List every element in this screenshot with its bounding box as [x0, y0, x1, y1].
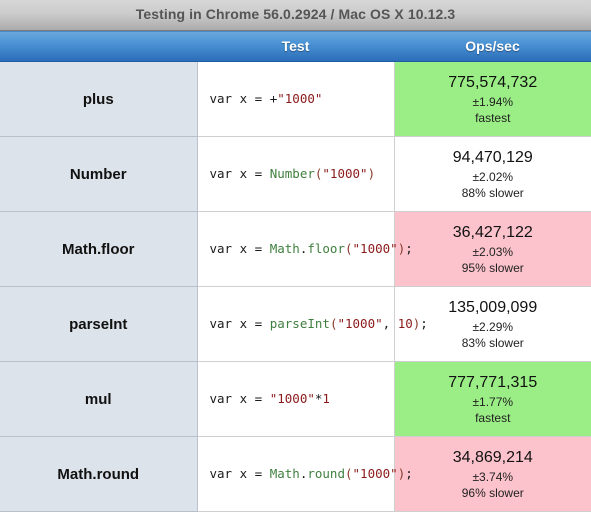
code-token-num: 1 — [322, 391, 330, 406]
code-token-str: "1000" — [337, 316, 383, 331]
code-token-punc: ) — [367, 166, 376, 181]
code-token-str: "1000" — [352, 241, 398, 256]
code-token-fn: floor — [307, 241, 345, 256]
benchmark-results-table: Testing in Chrome 56.0.2924 / Mac OS X 1… — [0, 0, 591, 512]
code-token-fn: Number — [269, 166, 315, 181]
code-token-str: "1000" — [352, 466, 398, 481]
ops-rank-label: 96% slower — [461, 485, 524, 500]
ops-rank-label: fastest — [475, 110, 511, 125]
code-token-kw: var x = — [209, 241, 270, 256]
test-code-cell: var x = Math.floor("1000"); — [197, 211, 413, 287]
table-row: plus var x = +"1000" 775,574,732 ±1.94% fast… — [0, 61, 591, 137]
test-name-cell: Number — [0, 136, 198, 212]
ops-count: 135,009,099 — [448, 299, 538, 317]
code-snippet: var x = Number("1000") — [210, 166, 376, 181]
ops-cell: 94,470,129 ±2.02% 88% slower — [393, 136, 591, 212]
code-snippet: var x = +"1000" — [210, 91, 323, 106]
ops-margin-of-error: ±2.02% — [472, 169, 514, 184]
test-code-cell: var x = "1000"*1 — [197, 361, 394, 437]
test-name-cell: Math.round — [0, 436, 198, 512]
code-token-punc: ( — [345, 241, 353, 256]
code-token-fn: parseInt — [269, 316, 330, 331]
test-name-cell: plus — [0, 61, 198, 137]
code-token-kw: var x = — [209, 316, 270, 331]
table-body: plus var x = +"1000" 775,574,732 ±1.94% fast… — [0, 61, 591, 512]
code-token-kw: var x = — [209, 91, 270, 106]
code-token-fn: Math — [269, 466, 300, 481]
code-snippet: var x = Math.round("1000"); — [210, 466, 413, 481]
ops-rank-label: 88% slower — [461, 185, 524, 200]
table-row: Math.floor var x = Math.floor("1000"); 36,… — [0, 211, 591, 287]
code-token-kw: var x = — [209, 166, 270, 181]
table-title-cell: Testing in Chrome 56.0.2924 / Mac OS X 1… — [0, 0, 591, 31]
column-header-row: Test Ops/sec — [0, 30, 591, 62]
ops-count: 36,427,122 — [452, 224, 533, 242]
table-title-row: Testing in Chrome 56.0.2924 / Mac OS X 1… — [0, 0, 591, 31]
ops-margin-of-error: ±3.74% — [472, 469, 514, 484]
code-snippet: var x = parseInt("1000", 10); — [210, 316, 428, 331]
code-token-fn: Math — [269, 241, 300, 256]
test-code-cell: var x = Math.round("1000"); — [197, 436, 413, 512]
table-row: parseInt var x = parseInt("1000", 10); 135… — [0, 286, 591, 362]
code-snippet: var x = "1000"*1 — [210, 391, 330, 406]
ops-cell: 34,869,214 ±3.74% 96% slower — [393, 436, 591, 512]
ops-count: 94,470,129 — [452, 149, 533, 167]
ops-count: 34,869,214 — [452, 449, 533, 467]
code-token-fn: round — [307, 466, 345, 481]
code-token-num: 10 — [397, 316, 413, 331]
code-token-op: , — [382, 316, 398, 331]
ops-cell: 777,771,315 ±1.77% fastest — [393, 361, 591, 437]
test-name-cell: parseInt — [0, 286, 198, 362]
ops-rank-label: fastest — [475, 410, 511, 425]
column-header-name[interactable] — [0, 30, 197, 62]
test-code-cell: var x = +"1000" — [197, 61, 394, 137]
ops-count: 775,574,732 — [448, 74, 538, 92]
column-header-test[interactable]: Test — [197, 30, 394, 62]
code-token-op: ; — [405, 466, 413, 481]
ops-margin-of-error: ±1.77% — [472, 394, 514, 409]
code-token-kw: var x = — [209, 391, 270, 406]
ops-count: 777,771,315 — [448, 374, 538, 392]
test-name-cell: mul — [0, 361, 198, 437]
table-row: mul var x = "1000"*1 777,771,315 ±1.77% fast… — [0, 361, 591, 437]
table-row: Math.round var x = Math.round("1000"); 34,… — [0, 436, 591, 512]
table-row: Number var x = Number("1000") 94,470,129 ±2… — [0, 136, 591, 212]
code-token-punc: ( — [345, 466, 353, 481]
ops-cell: 775,574,732 ±1.94% fastest — [393, 61, 591, 137]
code-token-str: "1000" — [269, 391, 315, 406]
test-code-cell: var x = parseInt("1000", 10); — [197, 286, 428, 362]
code-token-op: ; — [420, 316, 428, 331]
ops-margin-of-error: ±1.94% — [472, 94, 514, 109]
test-name-cell: Math.floor — [0, 211, 198, 287]
code-snippet: var x = Math.floor("1000"); — [210, 241, 413, 256]
test-code-cell: var x = Number("1000") — [197, 136, 394, 212]
code-token-op: ; — [405, 241, 413, 256]
column-header-ops[interactable]: Ops/sec — [394, 30, 591, 62]
code-token-kw: var x = — [209, 466, 270, 481]
page-title: Testing in Chrome 56.0.2924 / Mac OS X 1… — [135, 6, 456, 22]
code-token-str: "1000" — [277, 91, 323, 106]
code-token-str: "1000" — [322, 166, 368, 181]
ops-margin-of-error: ±2.29% — [472, 319, 514, 334]
ops-rank-label: 83% slower — [461, 335, 524, 350]
ops-cell: 36,427,122 ±2.03% 95% slower — [393, 211, 591, 287]
ops-rank-label: 95% slower — [461, 260, 524, 275]
ops-margin-of-error: ±2.03% — [472, 244, 514, 259]
